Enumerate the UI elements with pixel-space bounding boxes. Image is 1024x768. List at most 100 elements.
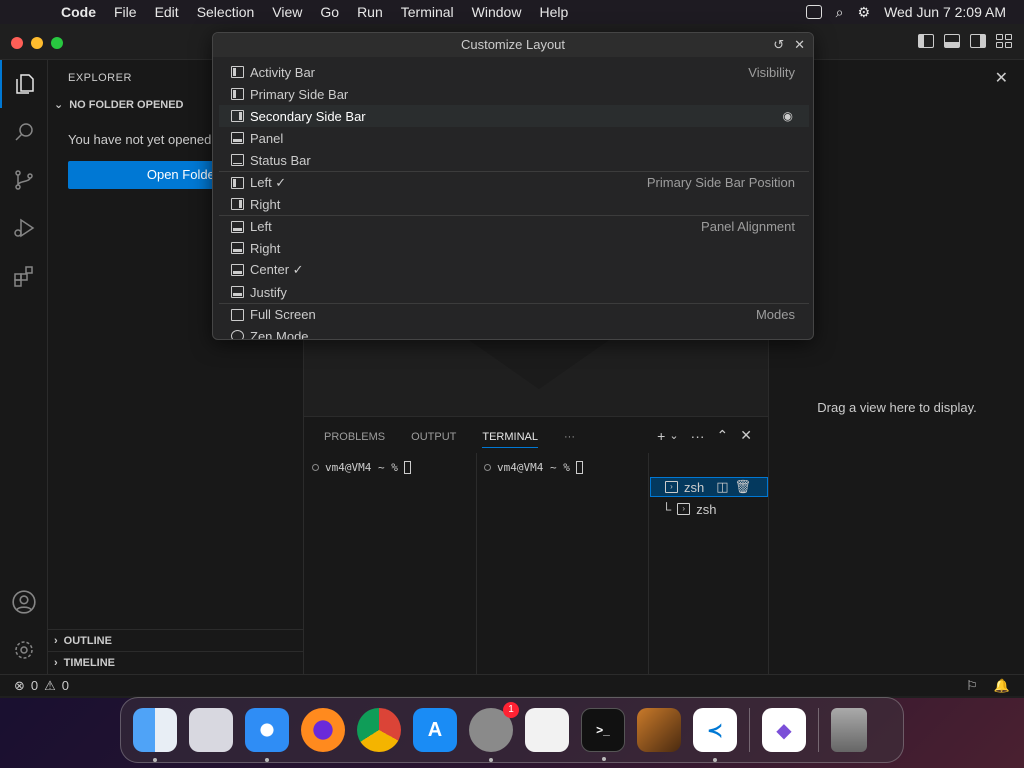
tab-output[interactable]: OUTPUT xyxy=(411,431,456,448)
quickpick-item-full-screen[interactable]: Full Screen Modes xyxy=(219,303,809,325)
terminal-split-divider[interactable] xyxy=(476,453,477,675)
display-mirror-icon[interactable] xyxy=(805,5,822,19)
customize-layout-icon[interactable] xyxy=(996,34,1012,48)
toggle-primary-sidebar-icon[interactable] xyxy=(918,34,934,48)
firefox-icon[interactable] xyxy=(301,708,345,752)
error-icon[interactable]: ⊗ xyxy=(14,678,25,694)
launchpad-icon[interactable] xyxy=(189,708,233,752)
source-control-icon[interactable] xyxy=(0,156,48,204)
panel-right-layout-icon xyxy=(231,242,244,254)
safari-icon[interactable] xyxy=(245,708,289,762)
menu-terminal[interactable]: Terminal xyxy=(392,4,463,20)
menu-window[interactable]: Window xyxy=(463,4,531,20)
system-settings-icon[interactable]: 1 xyxy=(469,702,519,762)
quickpick-item-panel[interactable]: Panel xyxy=(219,127,809,149)
quickpick-item-secondary-side-bar[interactable]: Secondary Side Bar ◉ xyxy=(219,105,809,127)
terminal-app-icon[interactable]: >_ xyxy=(581,708,625,761)
sidebar-right-layout-icon xyxy=(231,198,244,210)
maximize-window-button[interactable] xyxy=(51,37,63,49)
minimize-window-button[interactable] xyxy=(31,37,43,49)
terminal-status-icon xyxy=(312,464,319,471)
control-center-icon[interactable]: ⚙ xyxy=(858,4,871,21)
menu-go[interactable]: Go xyxy=(311,4,348,20)
app-store-icon[interactable]: A xyxy=(413,708,457,752)
dock-separator xyxy=(818,708,819,752)
new-terminal-icon[interactable]: + xyxy=(657,428,665,444)
explorer-title: EXPLORER xyxy=(68,72,132,84)
accounts-icon[interactable] xyxy=(0,578,48,626)
feedback-icon[interactable]: ⚐ xyxy=(966,678,978,694)
close-icon[interactable]: ✕ xyxy=(794,33,805,57)
quickpick-item-zen-mode[interactable]: Zen Mode xyxy=(219,325,809,340)
quickpick-item-activity-bar[interactable]: Activity Bar Visibility xyxy=(219,61,809,83)
eye-icon[interactable]: ◉ xyxy=(783,109,793,123)
tab-problems[interactable]: PROBLEMS xyxy=(324,431,385,448)
close-panel-icon[interactable]: ✕ xyxy=(740,427,752,444)
quickpick-item-sidebar-left[interactable]: Left ✓ Primary Side Bar Position xyxy=(219,171,809,193)
quickpick-item-sidebar-right[interactable]: Right xyxy=(219,193,809,215)
error-count[interactable]: 0 xyxy=(31,678,38,693)
quickpick-item-panel-right[interactable]: Right xyxy=(219,237,809,259)
vscode-dock-icon[interactable]: ≺ xyxy=(693,708,737,762)
garageband-icon[interactable] xyxy=(637,708,681,752)
toggle-panel-icon[interactable] xyxy=(944,34,960,48)
item-label: Left xyxy=(250,219,272,234)
menu-edit[interactable]: Edit xyxy=(146,4,188,20)
spotlight-search-icon[interactable]: ⌕ xyxy=(836,4,844,21)
bottom-panel: PROBLEMS OUTPUT TERMINAL ··· + ⌄ ··· ⌃ ✕… xyxy=(304,416,768,675)
chrome-icon[interactable] xyxy=(357,708,401,752)
terminal-prompt: vm4@VM4 ~ % xyxy=(497,461,570,474)
textedit-icon[interactable] xyxy=(525,708,569,752)
more-actions-icon[interactable]: ··· xyxy=(691,428,705,444)
terminal-list-divider[interactable] xyxy=(648,453,649,675)
menu-app-name[interactable]: Code xyxy=(52,4,105,20)
quickpick-item-panel-justify[interactable]: Justify xyxy=(219,281,809,303)
close-window-button[interactable] xyxy=(11,37,23,49)
kill-terminal-trash-icon[interactable]: 🗑 xyxy=(735,479,752,495)
menu-run[interactable]: Run xyxy=(348,4,392,20)
run-and-debug-icon[interactable] xyxy=(0,204,48,252)
quickpick-item-panel-center[interactable]: Center ✓ xyxy=(219,259,809,281)
menu-help[interactable]: Help xyxy=(530,4,577,20)
warning-count[interactable]: 0 xyxy=(62,678,69,693)
trash-icon[interactable] xyxy=(831,708,867,752)
quickpick-item-primary-side-bar[interactable]: Primary Side Bar xyxy=(219,83,809,105)
toggle-secondary-sidebar-icon[interactable] xyxy=(970,34,986,48)
primary-sidebar-layout-icon xyxy=(231,88,244,100)
chevron-down-icon[interactable]: ⌄ xyxy=(669,429,678,442)
group-label: Modes xyxy=(755,307,795,322)
explorer-icon[interactable] xyxy=(0,60,48,108)
tab-terminal[interactable]: TERMINAL xyxy=(482,431,538,448)
timeline-section-header[interactable]: › TIMELINE xyxy=(48,651,303,673)
item-label: Left ✓ xyxy=(250,174,287,190)
terminal-cursor xyxy=(403,461,411,474)
warning-icon[interactable]: ⚠ xyxy=(44,678,56,694)
terminal-pane-1[interactable]: vm4@VM4 ~ % xyxy=(312,461,411,474)
manage-gear-icon[interactable] xyxy=(0,626,48,674)
extensions-icon[interactable] xyxy=(0,252,48,300)
maximize-panel-icon[interactable]: ⌃ xyxy=(717,427,729,444)
close-icon[interactable]: ✕ xyxy=(995,68,1008,88)
menu-clock[interactable]: Wed Jun 7 2:09 AM xyxy=(884,4,1006,20)
notifications-bell-icon[interactable]: 🔔 xyxy=(994,678,1010,694)
item-label: Zen Mode xyxy=(250,328,309,340)
item-label: Activity Bar xyxy=(250,64,316,80)
panel-center-layout-icon xyxy=(231,264,244,276)
reset-layout-icon[interactable]: ↺ xyxy=(773,33,784,57)
outline-section-header[interactable]: › OUTLINE xyxy=(48,629,303,651)
terminal-pane-2[interactable]: vm4@VM4 ~ % xyxy=(484,461,583,474)
no-folder-section-header[interactable]: ⌄ NO FOLDER OPENED xyxy=(54,98,184,112)
menu-file[interactable]: File xyxy=(105,4,146,20)
quickpick-item-status-bar[interactable]: Status Bar xyxy=(219,149,809,171)
terminal-list-item[interactable]: › zsh ◫ 🗑 xyxy=(650,477,768,497)
menu-view[interactable]: View xyxy=(263,4,311,20)
split-terminal-icon[interactable]: ◫ xyxy=(716,479,728,495)
finder-icon[interactable] xyxy=(133,708,177,762)
visual-studio-icon[interactable]: ◆ xyxy=(762,708,806,752)
quickpick-item-panel-left[interactable]: Left Panel Alignment xyxy=(219,215,809,237)
menu-selection[interactable]: Selection xyxy=(188,4,264,20)
terminal-list-item[interactable]: └ › zsh xyxy=(650,499,768,519)
search-icon[interactable] xyxy=(0,108,48,156)
status-bar-layout-icon xyxy=(231,154,244,166)
more-tabs-button[interactable]: ··· xyxy=(564,431,575,448)
